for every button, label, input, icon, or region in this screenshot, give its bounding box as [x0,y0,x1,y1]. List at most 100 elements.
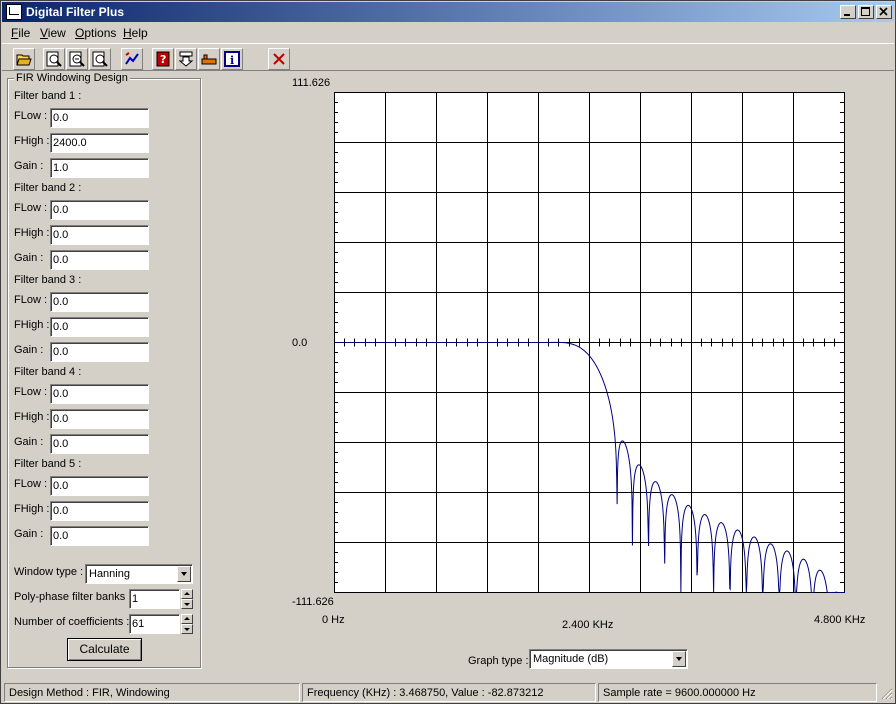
polyphase-label: Poly-phase filter banks : [14,591,132,603]
band-5-fhigh-input[interactable]: 0.0 [50,501,149,521]
band-5-flow-label: FLow : [14,478,48,490]
spin-down-icon[interactable] [181,599,193,609]
band-3-flow-input[interactable]: 0.0 [50,292,149,312]
menu-view[interactable]: View [40,26,66,40]
help-icon: ? [156,51,170,67]
window-type-select[interactable]: Hanning [85,564,193,584]
close-icon [879,7,888,16]
band-2-gain-input[interactable]: 0.0 [50,250,149,270]
graph-icon [125,52,139,65]
menu-options-accel: O [75,26,85,40]
menu-options[interactable]: Options [75,26,116,40]
design-group-title: FIR Windowing Design [14,72,130,84]
band-5-flow-input[interactable]: 0.0 [50,476,149,496]
menu-file[interactable]: File [11,26,30,40]
band-2-flow-input[interactable]: 0.0 [50,200,149,220]
app-icon[interactable] [6,4,22,20]
graph-type-label: Graph type : [468,655,529,667]
menu-help-label: elp [131,26,148,40]
help-button[interactable]: ? [152,48,174,70]
chevron-down-icon[interactable] [177,566,191,582]
bar-icon [201,54,217,65]
band-5-fhigh-label: FHigh : [14,503,50,515]
zoom-in-button[interactable] [43,48,65,70]
svg-text:i: i [230,54,234,67]
close-x-button[interactable] [268,48,290,70]
y-min-label: -111.626 [292,596,334,608]
open-icon [16,54,32,66]
status-readout: Frequency (KHz) : 3.468750, Value : -82.… [302,683,596,702]
band-5-gain-input[interactable]: 0.0 [50,526,149,546]
title-bar[interactable]: Digital Filter Plus [2,2,894,22]
band-3-gain-input[interactable]: 0.0 [50,342,149,362]
band-4-gain-input[interactable]: 0.0 [50,434,149,454]
band-1-gain-input[interactable]: 1.0 [50,158,149,178]
menu-help[interactable]: Help [123,26,148,40]
window-type-value: Hanning [89,568,130,580]
down-arrow-button[interactable] [175,48,197,70]
band-3-fhigh-input[interactable]: 0.0 [50,317,149,337]
band-4-fhigh-label: FHigh : [14,411,50,423]
band-4-fhigh-input[interactable]: 0.0 [50,409,149,429]
band-2-flow-label: FLow : [14,202,48,214]
coeff-input[interactable]: 61 [129,614,180,634]
graph-type-value: Magnitude (dB) [533,653,609,665]
status-sample-rate: Sample rate = 9600.000000 Hz [598,683,877,702]
info-icon: i [224,51,240,67]
band-2-fhigh-input[interactable]: 0.0 [50,225,149,245]
bar-button[interactable] [198,48,220,70]
calculate-button[interactable]: Calculate [67,638,142,661]
x-start-label: 0 Hz [322,614,345,626]
coeff-spinner[interactable] [181,614,193,634]
band-1-fhigh-label: FHigh : [14,135,50,147]
zoom-fit-icon [92,51,108,67]
svg-text:?: ? [160,53,166,66]
down-arrow-icon [178,51,194,67]
filter-band-5-title: Filter band 5 : [14,458,82,470]
menu-file-label: ile [18,26,31,40]
band-4-gain-label: Gain : [14,436,44,448]
band-1-gain-label: Gain : [14,160,44,172]
graph-button[interactable] [121,48,143,70]
spin-down-icon[interactable] [181,624,193,634]
window-title: Digital Filter Plus [26,5,125,19]
band-3-gain-label: Gain : [14,344,44,356]
filter-band-1-title: Filter band 1 : [14,90,82,102]
polyphase-input[interactable]: 1 [129,589,180,609]
menu-view-label: iew [47,26,66,40]
menu-help-accel: H [123,26,132,40]
menu-bar: File View Options Help [2,23,894,42]
zoom-fit-button[interactable] [89,48,111,70]
zoom-in-icon [46,51,62,67]
spin-up-icon[interactable] [181,589,193,599]
spin-up-icon[interactable] [181,614,193,624]
band-5-gain-label: Gain : [14,528,44,540]
zoom-out-button[interactable] [66,48,88,70]
band-1-flow-input[interactable]: 0.0 [50,108,149,128]
size-grip-icon[interactable] [880,687,893,700]
window-type-label: Window type : [14,566,84,578]
info-button[interactable]: i [221,48,243,70]
menu-options-label: ptions [84,26,117,40]
band-2-fhigh-label: FHigh : [14,227,50,239]
band-1-flow-label: FLow : [14,110,48,122]
app-window: Digital Filter Plus File View Options He… [0,0,896,704]
maximize-button[interactable] [858,5,874,19]
minimize-button[interactable] [840,5,856,19]
menu-view-accel: V [40,26,48,40]
y-mid-label: 0.0 [292,337,308,349]
filter-band-2-title: Filter band 2 : [14,182,82,194]
close-button[interactable] [876,5,892,19]
graph-type-select[interactable]: Magnitude (dB) [529,649,688,669]
polyphase-spinner[interactable] [181,589,193,609]
band-4-flow-label: FLow : [14,386,48,398]
chevron-down-icon[interactable] [672,651,686,667]
band-3-fhigh-label: FHigh : [14,319,50,331]
filter-band-4-title: Filter band 4 : [14,366,82,378]
zoom-out-icon [69,51,85,67]
status-design-method: Design Method : FIR, Windowing [4,683,300,702]
magnitude-plot[interactable] [334,92,845,593]
band-1-fhigh-input[interactable]: 2400.0 [50,133,149,153]
open-button[interactable] [13,48,35,70]
band-4-flow-input[interactable]: 0.0 [50,384,149,404]
